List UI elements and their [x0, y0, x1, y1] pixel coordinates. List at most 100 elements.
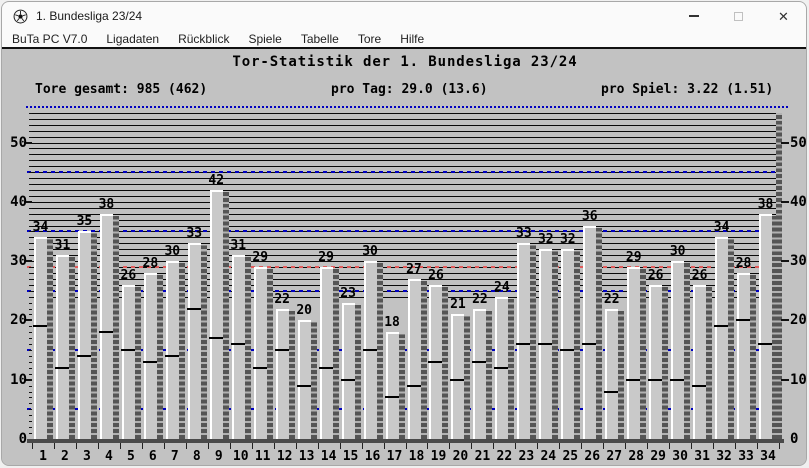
menu-item-tabelle[interactable]: Tabelle	[301, 32, 339, 46]
x-axis-label: 8	[186, 450, 208, 464]
app-window: 1. Bundesliga 23/24 ✕ BuTa PC V7.0 Ligad…	[1, 1, 807, 466]
bar-value-label: 33	[512, 226, 536, 241]
x-axis-label: 11	[252, 450, 274, 464]
menu-item-rueckblick[interactable]: Rückblick	[178, 32, 229, 46]
bar-value-label: 34	[29, 220, 53, 235]
bar	[144, 273, 157, 439]
bar	[232, 255, 245, 439]
x-axis-label: 7	[164, 450, 186, 464]
bar	[671, 261, 684, 439]
bar	[517, 243, 530, 439]
y-axis-unit-tick	[29, 160, 32, 161]
bar	[386, 332, 399, 439]
menu-item-buta-pc[interactable]: BuTa PC V7.0	[12, 32, 87, 46]
bar-marker	[209, 337, 223, 339]
menu-item-spiele[interactable]: Spiele	[248, 32, 281, 46]
bar	[693, 285, 706, 439]
menu-item-hilfe[interactable]: Hilfe	[400, 32, 424, 46]
maximize-icon	[734, 12, 743, 21]
bar-value-label: 35	[72, 214, 96, 229]
bar	[188, 243, 201, 439]
x-axis-tick	[647, 443, 648, 449]
y-axis-unit-tick	[29, 125, 32, 126]
y-axis-unit-tick	[29, 237, 32, 238]
bar-value-label: 24	[490, 280, 514, 295]
maximize-button[interactable]	[716, 2, 761, 30]
y-axis-unit-tick	[29, 119, 32, 120]
x-axis-tick	[625, 443, 626, 449]
bar-shadow	[201, 245, 207, 439]
bar-shadow	[289, 311, 295, 439]
bar-shadow	[662, 287, 668, 439]
bar	[276, 309, 289, 439]
x-axis-tick	[735, 443, 736, 449]
x-axis-tick	[603, 443, 604, 449]
gridline	[29, 143, 779, 144]
x-axis-label: 2	[54, 450, 76, 464]
gridline	[29, 148, 779, 149]
bar-marker	[363, 349, 377, 351]
bar	[649, 285, 662, 439]
y-axis-unit-tick	[29, 374, 32, 375]
x-axis-tick	[384, 443, 385, 449]
bar	[34, 237, 47, 439]
bar-value-label: 22	[600, 292, 624, 307]
y-axis-unit-tick	[29, 415, 32, 416]
gridline	[29, 125, 779, 126]
bar-value-label: 26	[116, 268, 140, 283]
gridline	[29, 184, 779, 185]
y-axis-unit-tick	[29, 397, 32, 398]
y-axis-unit-tick	[29, 172, 32, 173]
bar-marker	[560, 349, 574, 351]
gridline	[29, 178, 779, 179]
x-axis-label: 15	[340, 450, 362, 464]
x-axis-label: 31	[691, 450, 713, 464]
bar-shadow	[179, 263, 185, 439]
bar-value-label: 42	[204, 173, 228, 188]
x-axis-tick	[471, 443, 472, 449]
bar	[78, 231, 91, 439]
y-axis-unit-tick	[29, 154, 32, 155]
menu-item-tore[interactable]: Tore	[358, 32, 381, 46]
x-axis-label: 13	[296, 450, 318, 464]
x-axis-tick	[427, 443, 428, 449]
y-axis-unit-tick	[29, 344, 32, 345]
menu-item-ligadaten[interactable]: Ligadaten	[106, 32, 159, 46]
x-axis-tick	[76, 443, 77, 449]
bar-chart: 0102030405001020304050343135382628303342…	[2, 49, 807, 466]
bar-marker	[407, 385, 421, 387]
bar-value-label: 21	[446, 297, 470, 312]
bar	[298, 320, 311, 439]
bar-marker	[626, 379, 640, 381]
x-axis-label: 18	[406, 450, 428, 464]
y-axis-unit-tick	[29, 267, 32, 268]
minimize-button[interactable]	[671, 2, 716, 30]
x-axis-label: 17	[384, 450, 406, 464]
gridline	[29, 113, 779, 114]
bar	[166, 261, 179, 439]
bar	[451, 314, 464, 439]
bar-shadow	[750, 275, 756, 439]
window-title: 1. Bundesliga 23/24	[36, 9, 142, 23]
title-bar[interactable]: 1. Bundesliga 23/24 ✕	[2, 2, 806, 30]
bar-marker	[736, 319, 750, 321]
bar-shadow	[311, 322, 317, 439]
dashed-blue-line	[27, 230, 779, 232]
bar	[408, 279, 421, 439]
bar	[715, 237, 728, 439]
bar	[254, 267, 267, 439]
bar	[122, 285, 135, 439]
y-axis-unit-tick	[29, 409, 32, 410]
y-axis-unit-tick	[29, 255, 32, 256]
x-axis-tick	[713, 443, 714, 449]
y-axis-unit-tick	[29, 427, 32, 428]
x-axis-label: 10	[230, 450, 252, 464]
bar-marker	[55, 367, 69, 369]
bar-value-label: 28	[138, 256, 162, 271]
x-axis-label: 21	[471, 450, 493, 464]
x-axis-label: 3	[76, 450, 98, 464]
close-button[interactable]: ✕	[761, 2, 806, 30]
minimize-icon	[689, 15, 699, 17]
bar-value-label: 26	[644, 268, 668, 283]
bar-shadow	[706, 287, 712, 439]
